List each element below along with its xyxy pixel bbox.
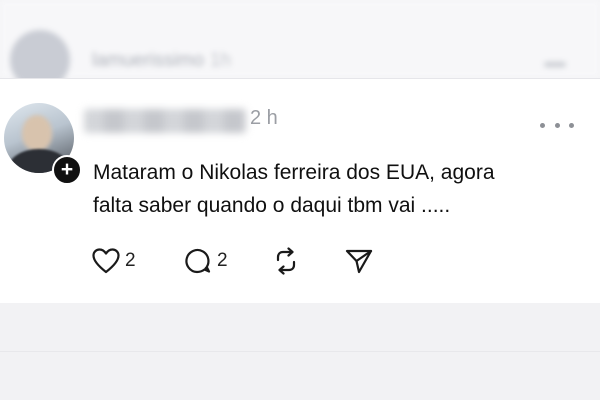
ellipsis-dot-icon bbox=[554, 122, 560, 128]
like-count: 2 bbox=[125, 250, 136, 271]
previous-post-username: lamuerissimo 1h bbox=[92, 50, 231, 72]
ellipsis-dot-icon bbox=[540, 122, 545, 128]
reply-button[interactable]: 2 bbox=[183, 246, 228, 276]
repost-icon bbox=[276, 247, 296, 275]
post-card: + 2 h Mataram o Nikolas ferreira dos EUA… bbox=[0, 78, 600, 304]
comment-icon bbox=[185, 248, 211, 274]
ellipsis-dot-icon bbox=[569, 122, 574, 128]
divider bbox=[0, 351, 600, 352]
previous-post-username-text: lamuerissimo bbox=[92, 50, 204, 71]
previous-post-blurred: lamuerissimo 1h bbox=[0, 0, 600, 90]
like-button[interactable]: 2 bbox=[91, 246, 136, 276]
feed-below bbox=[0, 303, 600, 400]
username-redacted bbox=[84, 109, 246, 133]
post-time: 2 h bbox=[250, 107, 278, 129]
repost-button[interactable] bbox=[271, 246, 301, 276]
post-actions: 2 2 bbox=[91, 246, 391, 276]
more-options-button[interactable] bbox=[540, 115, 574, 135]
previous-post-more-icon bbox=[544, 62, 566, 67]
previous-post-time: 1h bbox=[209, 50, 232, 71]
post-text-line-1: Mataram o Nikolas ferreira dos EUA, agor… bbox=[93, 161, 495, 184]
plus-icon[interactable]: + bbox=[52, 155, 82, 185]
post-text-line-2: falta saber quando o daqui tbm vai ..... bbox=[93, 194, 451, 217]
post-text: Mataram o Nikolas ferreira dos EUA, agor… bbox=[93, 156, 583, 222]
share-button[interactable] bbox=[344, 246, 374, 276]
heart-icon bbox=[92, 248, 120, 274]
avatar-face bbox=[22, 115, 52, 151]
send-icon bbox=[345, 249, 373, 274]
reply-count: 2 bbox=[217, 250, 228, 271]
